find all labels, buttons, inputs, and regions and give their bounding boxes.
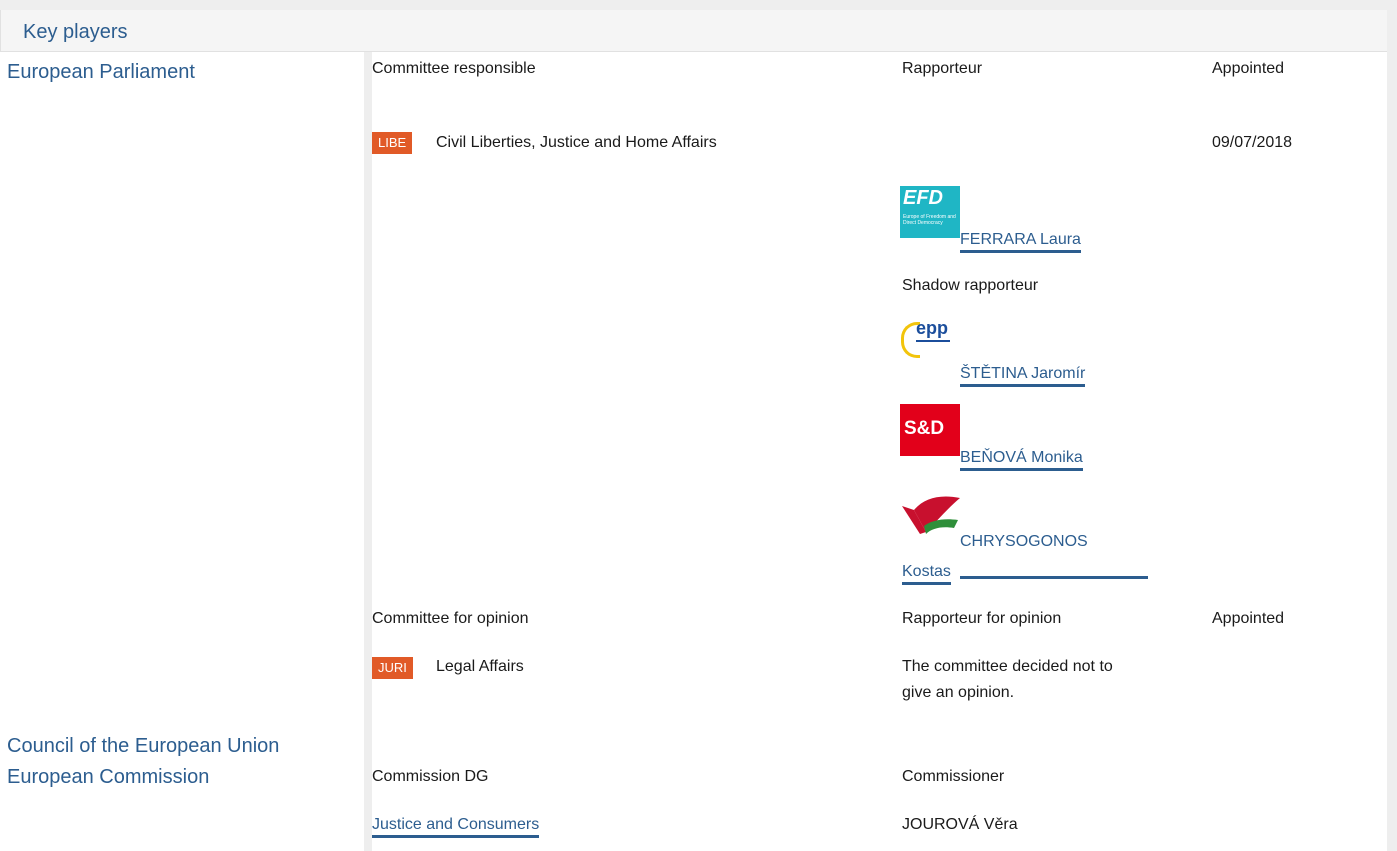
appointed-header: Appointed <box>1212 60 1285 77</box>
opinion-note-line1: The committee decided not to <box>902 658 1113 675</box>
shadow-rapporteur-label: Shadow rapporteur <box>902 277 1039 294</box>
opinion-note-line2: give an opinion. <box>902 684 1015 701</box>
shadow-rapporteur-link-line1[interactable]: CHRYSOGONOS <box>960 532 1088 552</box>
committee-code-badge-libe[interactable]: LIBE <box>372 132 413 154</box>
epp-logo-underline <box>916 340 950 342</box>
section-header: Key players <box>0 10 1387 52</box>
commissioner-name: JOUROVÁ Věra <box>902 816 1018 833</box>
institution-european-commission[interactable]: European Commission <box>7 766 209 789</box>
shadow-rapporteur-link[interactable]: BEŇOVÁ Monika <box>960 448 1083 471</box>
epp-group-logo: epp <box>900 316 960 368</box>
top-border <box>0 0 1397 10</box>
right-border <box>1387 0 1397 851</box>
committee-responsible-header: Committee responsible <box>372 60 536 77</box>
efdd-logo-fineprint: Europe of Freedom and Direct Democracy <box>903 214 956 226</box>
s-and-d-logo-text: S&D <box>904 418 945 439</box>
committee-name-libe: Civil Liberties, Justice and Home Affair… <box>436 134 717 151</box>
rapporteur-link[interactable]: FERRARA Laura <box>960 230 1081 253</box>
institution-council[interactable]: Council of the European Union <box>7 735 279 758</box>
commission-dg-header: Commission DG <box>372 768 489 785</box>
efdd-logo-text: EFD <box>903 187 943 209</box>
gue-ngl-group-logo <box>902 496 960 534</box>
rapporteur-opinion-header: Rapporteur for opinion <box>902 610 1062 627</box>
appointed-date: 09/07/2018 <box>1212 134 1293 151</box>
shadow-rapporteur-link-line2[interactable]: Kostas <box>902 562 951 585</box>
rapporteur-header: Rapporteur <box>902 60 983 77</box>
s-and-d-group-logo: S&D <box>900 404 960 456</box>
link-underline <box>960 576 1148 579</box>
section-title: Key players <box>23 21 128 43</box>
commission-dg-link[interactable]: Justice and Consumers <box>372 815 540 838</box>
epp-logo-text: epp <box>916 318 949 338</box>
shadow-rapporteur-link[interactable]: ŠTĚTINA Jaromír <box>960 364 1086 387</box>
committee-name-juri: Legal Affairs <box>436 658 524 675</box>
appointed-opinion-header: Appointed <box>1212 610 1285 627</box>
committee-opinion-header: Committee for opinion <box>372 610 529 627</box>
institution-european-parliament[interactable]: European Parliament <box>7 61 195 84</box>
committee-code-badge-juri[interactable]: JURI <box>372 657 413 679</box>
efdd-group-logo: EFD Europe of Freedom and Direct Democra… <box>900 186 960 238</box>
commissioner-header: Commissioner <box>902 768 1005 785</box>
column-divider <box>364 52 372 851</box>
